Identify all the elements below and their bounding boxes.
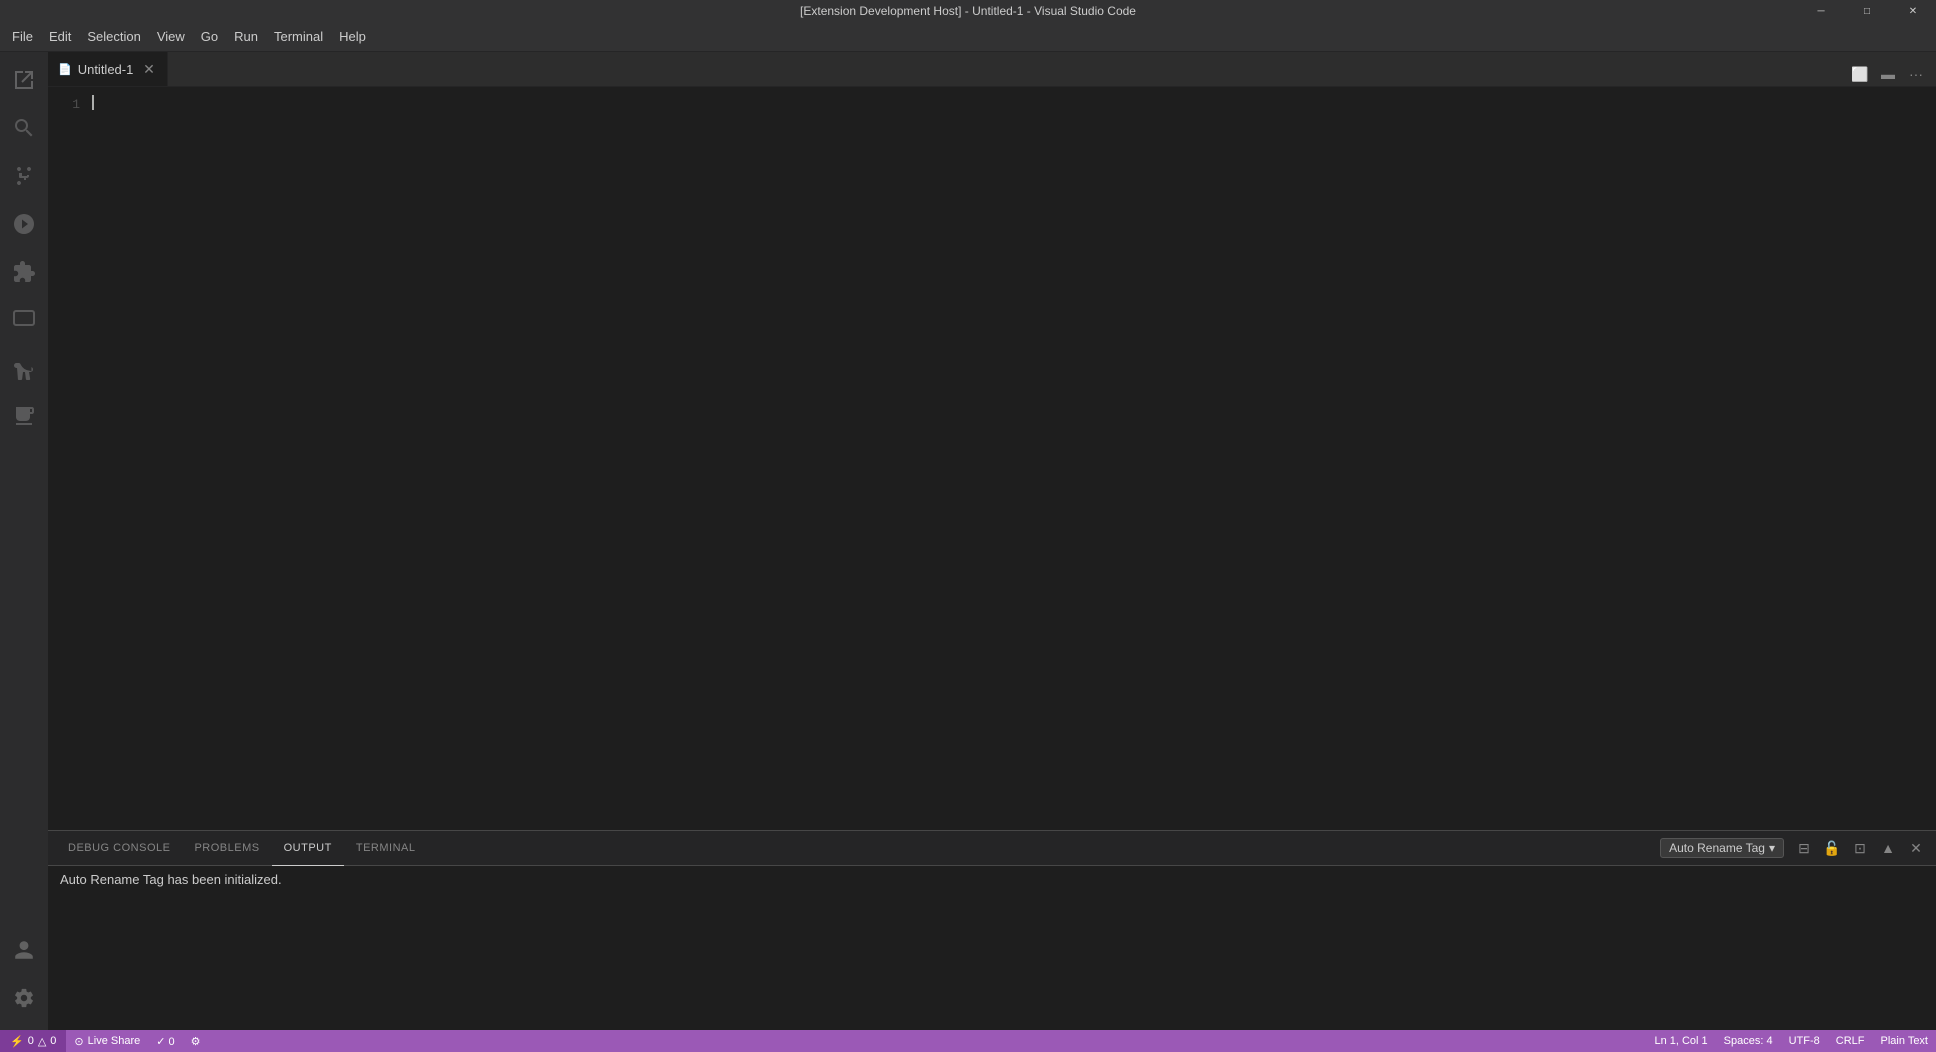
activity-bar	[0, 52, 48, 1030]
run-debug-icon[interactable]	[0, 200, 48, 248]
chevron-down-icon: ▾	[1769, 841, 1775, 855]
menu-help[interactable]: Help	[331, 25, 374, 48]
errors-label: ✓ 0	[156, 1035, 174, 1048]
config-icon: ⚙	[191, 1035, 201, 1048]
warning-label: 0	[50, 1035, 56, 1047]
panel-tab-problems[interactable]: PROBLEMS	[182, 831, 271, 866]
window-controls: ─ □ ✕	[1798, 0, 1936, 22]
main-layout: 📄 Untitled-1 ✕ ⬜ ▬ ··· 1 D	[0, 52, 1936, 1030]
line-ending-button[interactable]: CRLF	[1828, 1030, 1873, 1052]
menu-file[interactable]: File	[4, 25, 41, 48]
encoding-label: UTF-8	[1789, 1035, 1820, 1047]
activity-bottom	[0, 926, 48, 1030]
testing-icon[interactable]	[0, 344, 48, 392]
remote-explorer-icon[interactable]	[0, 296, 48, 344]
tab-untitled-1[interactable]: 📄 Untitled-1 ✕	[48, 52, 168, 86]
status-bar: ⚡ 0 △ 0 ⊙ Live Share ✓ 0 ⚙ Ln 1, Col 1 S…	[0, 1030, 1936, 1052]
cursor-line	[92, 95, 1932, 110]
warning-icon: △	[38, 1035, 46, 1048]
language-mode-label: Plain Text	[1881, 1035, 1929, 1047]
remote-button[interactable]: ⚡ 0 △ 0	[0, 1030, 66, 1052]
search-icon[interactable]	[0, 104, 48, 152]
menu-edit[interactable]: Edit	[41, 25, 79, 48]
line-number-1: 1	[48, 95, 80, 114]
menu-selection[interactable]: Selection	[79, 25, 148, 48]
close-button[interactable]: ✕	[1890, 0, 1936, 22]
tab-label: Untitled-1	[78, 62, 134, 77]
encoding-button[interactable]: UTF-8	[1781, 1030, 1828, 1052]
remote-icon: ⚡	[10, 1035, 24, 1048]
source-control-icon[interactable]	[0, 152, 48, 200]
config-button[interactable]: ⚙	[183, 1030, 209, 1052]
panel-tab-output[interactable]: OUTPUT	[272, 831, 344, 866]
panel-close-icon[interactable]: ✕	[1904, 836, 1928, 860]
errors-button[interactable]: ✓ 0	[148, 1030, 182, 1052]
panel-lock-icon[interactable]: 🔓	[1820, 836, 1844, 860]
editor-area: 📄 Untitled-1 ✕ ⬜ ▬ ··· 1 D	[48, 52, 1936, 1030]
toggle-panel-layout-button[interactable]: ▬	[1876, 62, 1900, 86]
live-share-label: Live Share	[88, 1035, 141, 1047]
tab-bar: 📄 Untitled-1 ✕ ⬜ ▬ ···	[48, 52, 1936, 87]
panel-split-icon[interactable]: ⊟	[1792, 836, 1816, 860]
panel-output-text: Auto Rename Tag has been initialized.	[60, 872, 282, 887]
editor-content[interactable]: 1	[48, 87, 1936, 830]
text-cursor	[92, 95, 94, 110]
explorer-icon[interactable]	[0, 56, 48, 104]
settings-icon[interactable]	[0, 974, 48, 1022]
dev-tools-icon[interactable]	[0, 392, 48, 440]
minimize-button[interactable]: ─	[1798, 0, 1844, 22]
tab-close-button[interactable]: ✕	[141, 61, 157, 77]
window-title: [Extension Development Host] - Untitled-…	[800, 4, 1136, 18]
toggle-primary-sidebar-button[interactable]: ⬜	[1848, 62, 1872, 86]
accounts-icon[interactable]	[0, 926, 48, 974]
more-actions-button[interactable]: ···	[1904, 62, 1928, 86]
editor-text[interactable]	[88, 87, 1936, 830]
live-share-icon: ⊙	[74, 1035, 83, 1048]
panel-tab-debug-console[interactable]: DEBUG CONSOLE	[56, 831, 182, 866]
live-share-button[interactable]: ⊙ Live Share	[66, 1030, 148, 1052]
status-right: Ln 1, Col 1 Spaces: 4 UTF-8 CRLF Plain T…	[1646, 1030, 1936, 1052]
panel-maximize-icon[interactable]: ▲	[1876, 836, 1900, 860]
cursor-position-label: Ln 1, Col 1	[1654, 1035, 1707, 1047]
indentation-button[interactable]: Spaces: 4	[1716, 1030, 1781, 1052]
panel-tabs: DEBUG CONSOLE PROBLEMS OUTPUT TERMINAL A…	[48, 831, 1936, 866]
menu-run[interactable]: Run	[226, 25, 266, 48]
panel-actions: Auto Rename Tag ▾ ⊟ 🔓 ⊡ ▲ ✕	[1660, 836, 1928, 860]
extensions-icon[interactable]	[0, 248, 48, 296]
panel-tab-terminal[interactable]: TERMINAL	[344, 831, 428, 866]
menu-view[interactable]: View	[149, 25, 193, 48]
menu-terminal[interactable]: Terminal	[266, 25, 331, 48]
menu-go[interactable]: Go	[193, 25, 226, 48]
language-mode-button[interactable]: Plain Text	[1873, 1030, 1936, 1052]
output-source-dropdown[interactable]: Auto Rename Tag ▾	[1660, 838, 1784, 858]
remote-label: 0	[28, 1035, 34, 1047]
menu-bar: File Edit Selection View Go Run Terminal…	[0, 22, 1936, 52]
panel: DEBUG CONSOLE PROBLEMS OUTPUT TERMINAL A…	[48, 830, 1936, 1030]
line-ending-label: CRLF	[1836, 1035, 1865, 1047]
panel-copy-icon[interactable]: ⊡	[1848, 836, 1872, 860]
panel-content: Auto Rename Tag has been initialized.	[48, 866, 1936, 1030]
line-numbers: 1	[48, 87, 88, 830]
title-bar: [Extension Development Host] - Untitled-…	[0, 0, 1936, 22]
maximize-button[interactable]: □	[1844, 0, 1890, 22]
tab-bar-actions: ⬜ ▬ ···	[1840, 62, 1936, 86]
indentation-label: Spaces: 4	[1724, 1035, 1773, 1047]
file-icon: 📄	[58, 63, 72, 76]
status-left: ⚡ 0 △ 0 ⊙ Live Share ✓ 0 ⚙	[0, 1030, 209, 1052]
output-source-label: Auto Rename Tag	[1669, 841, 1765, 855]
cursor-position[interactable]: Ln 1, Col 1	[1646, 1030, 1715, 1052]
